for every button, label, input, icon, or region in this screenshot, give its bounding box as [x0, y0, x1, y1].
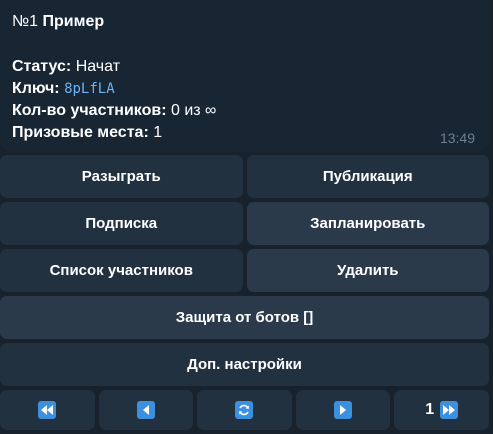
rewind-icon — [38, 401, 57, 419]
message-time: 13:49 — [439, 130, 475, 146]
first-page-button[interactable] — [0, 390, 95, 430]
schedule-button[interactable]: Запланировать — [246, 202, 489, 245]
key-label: Ключ: — [12, 80, 60, 97]
page-number: 1 — [425, 401, 435, 418]
status-value: Начат — [75, 58, 121, 75]
prizes-value: 1 — [153, 124, 163, 141]
next-page-button[interactable] — [295, 390, 391, 430]
prizes-label: Призовые места: — [12, 124, 149, 141]
status-label: Статус: — [12, 58, 72, 75]
draw-button[interactable]: Разыграть — [0, 155, 243, 198]
play-right-icon — [334, 401, 353, 419]
fast-forward-icon — [440, 401, 459, 419]
prev-page-button[interactable] — [98, 390, 194, 430]
extra-settings-button[interactable]: Доп. настройки — [0, 343, 489, 386]
participants-line: Кол-во участников: 0 из ∞ — [12, 100, 477, 122]
participants-value: 0 из ∞ — [170, 102, 217, 119]
bot-protection-button[interactable]: Защита от ботов [] — [0, 296, 489, 339]
subscription-button[interactable]: Подписка — [0, 202, 243, 245]
giveaway-name: Пример — [42, 13, 105, 30]
participants-label: Кол-во участников: — [12, 102, 167, 119]
last-page-button[interactable]: 1 — [394, 390, 489, 430]
play-left-icon — [136, 401, 155, 419]
refresh-button[interactable] — [197, 390, 292, 430]
key-line: Ключ: 8pLfLA — [12, 78, 477, 100]
participants-list-button[interactable]: Список участников — [0, 249, 243, 292]
message-bubble: №1 Пример Статус: Начат Ключ: 8pLfLA Кол… — [0, 0, 489, 152]
inline-keyboard: Разыграть Публикация Подписка Запланиров… — [0, 155, 489, 434]
delete-button[interactable]: Удалить — [246, 249, 489, 292]
key-code[interactable]: 8pLfLA — [64, 81, 115, 97]
publication-button[interactable]: Публикация — [246, 155, 489, 198]
status-line: Статус: Начат — [12, 56, 477, 78]
refresh-icon — [235, 401, 254, 419]
prizes-line: Призовые места: 1 — [12, 122, 477, 144]
giveaway-number: №1 — [12, 13, 39, 30]
giveaway-title: №1 Пример — [12, 12, 477, 32]
